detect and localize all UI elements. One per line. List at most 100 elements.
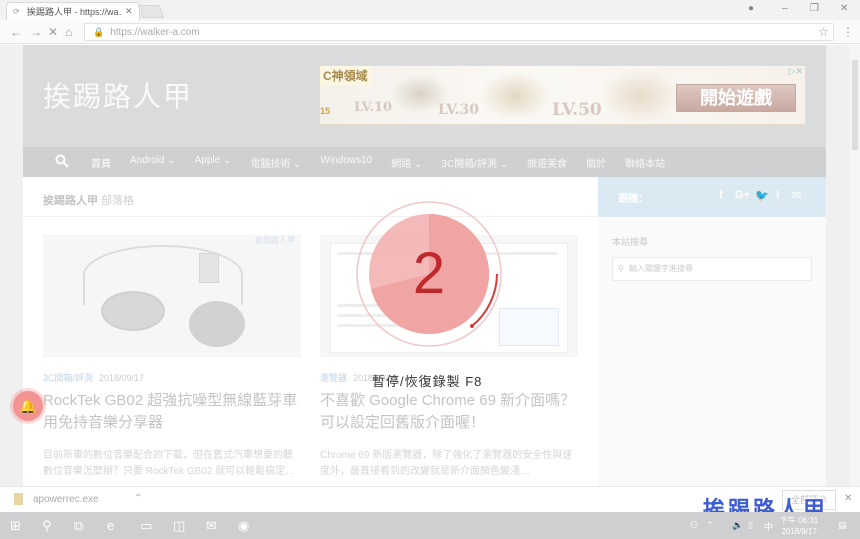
task-view-icon[interactable]: ⧉ <box>74 518 83 534</box>
rating-badge: 15 <box>320 106 331 116</box>
tab-bar: ⟳ 挨踢路人甲 - https://wa… ✕ ● – ❐ ✕ <box>0 0 860 20</box>
nav-item[interactable]: Windows10 <box>321 155 373 170</box>
edge-icon[interactable]: e <box>107 518 114 533</box>
level-label: LV.50 <box>552 100 602 120</box>
site-search-input[interactable]: ⚲ 輸入關鍵字進搜尋 <box>612 257 812 281</box>
site-header: 挨踢路人甲 C神領域 15 LV.10 LV.30 LV.50 開始遊戲 ▷✕ <box>23 45 826 147</box>
post-category[interactable]: 3C開箱/評測 <box>43 373 93 383</box>
ime-indicator[interactable]: 中 <box>764 520 773 533</box>
forward-icon[interactable]: → <box>30 25 42 39</box>
volume-icon[interactable]: 🔈 <box>732 520 743 531</box>
notification-center-icon[interactable]: ▤ <box>838 520 847 531</box>
start-game-button[interactable]: 開始遊戲 <box>676 84 796 112</box>
facebook-icon[interactable]: f <box>719 189 723 201</box>
more-menu-icon[interactable]: ⋮ <box>842 25 854 39</box>
search-icon[interactable]: ⚲ <box>42 518 52 534</box>
chevron-up-icon[interactable]: ⌃ <box>134 493 142 504</box>
screenshot-menu <box>499 308 559 346</box>
new-tab-button[interactable] <box>137 5 165 18</box>
clock-date: 2018/9/17 <box>781 527 817 536</box>
nav-item[interactable]: 3C開箱/評測 ⌄ <box>441 155 508 170</box>
scrollbar-thumb[interactable] <box>852 60 858 150</box>
profile-icon[interactable]: ● <box>748 3 754 14</box>
nav-item[interactable]: 網路 ⌄ <box>391 155 422 170</box>
weapon-image <box>600 68 680 124</box>
bookmark-star-icon[interactable]: ☆ <box>818 25 829 39</box>
windows-start-icon[interactable]: ⊞ <box>10 518 21 534</box>
follow-label: 跟隨： <box>618 194 648 205</box>
network-icon[interactable]: ▯ <box>748 520 753 531</box>
sidebar: 本站搜尋 ⚲ 輸入關鍵字進搜尋 <box>598 217 826 486</box>
download-filename[interactable]: apowerrec.exe <box>33 494 99 505</box>
recording-hotkey-hint: 暫停/恢復錄製 F8 <box>372 374 483 389</box>
search-placeholder: 輸入關鍵字進搜尋 <box>629 264 693 273</box>
nav-item[interactable]: 聯絡本站 <box>625 155 665 170</box>
usb-plug-shape <box>199 253 219 283</box>
chrome-icon[interactable]: ◉ <box>238 518 249 534</box>
banner-logo: C神領域 <box>320 66 371 85</box>
device-shape <box>101 291 165 331</box>
post-title[interactable]: RockTek GB02 超強抗噪型無線藍芽車用免持音樂分享器 <box>43 390 301 434</box>
loading-icon: ⟳ <box>13 6 20 16</box>
post-excerpt: Chrome 69 新版瀏覽器，除了強化了瀏覽器的安全性與速度外，最直接看到的改… <box>320 450 573 477</box>
system-clock[interactable]: 下午 06:31 2018/9/17 <box>780 515 818 537</box>
close-tab-icon[interactable]: ✕ <box>125 6 133 17</box>
back-icon[interactable]: ← <box>10 25 22 39</box>
tab-title: 挨踢路人甲 - https://wa… <box>27 7 121 17</box>
browser-tab[interactable]: ⟳ 挨踢路人甲 - https://wa… ✕ <box>6 2 140 20</box>
device-shape <box>189 301 245 347</box>
post-card[interactable]: 挨踢路人甲 3C開箱/評測 2018/09/17 RockTek GB02 超強抗… <box>43 235 301 480</box>
breadcrumb: 挨踢路人甲 部落格 <box>23 177 598 217</box>
level-label: LV.30 <box>438 102 479 118</box>
main-nav: 首頁 Android ⌄ Apple ⌄ 電腦技術 ⌄ Windows10 網路 ⌄ 3C開… <box>23 147 826 177</box>
follow-bar: 跟隨： f G+ 🐦 ⌇ ✉ <box>598 177 826 217</box>
post-category[interactable]: 瀏覽器 <box>320 373 347 383</box>
mail-icon[interactable]: ✉ <box>206 518 217 534</box>
post-tag[interactable]: 挨踢路人甲 <box>255 235 295 246</box>
countdown-number: 2 <box>413 241 445 306</box>
search-icon: ⚲ <box>618 264 624 273</box>
rss-icon[interactable]: ⌇ <box>775 189 780 202</box>
address-toolbar: ← → ✕ ⌂ 🔒 https://walker-a.com ☆ ⋮ <box>0 20 860 44</box>
stop-icon[interactable]: ✕ <box>48 25 58 39</box>
nav-item[interactable]: Android ⌄ <box>130 155 176 170</box>
twitter-icon[interactable]: 🐦 <box>755 189 769 202</box>
countdown-dot <box>470 324 474 328</box>
nav-item[interactable]: 電腦技術 ⌄ <box>250 155 301 170</box>
close-download-bar-icon[interactable]: ✕ <box>844 493 852 504</box>
breadcrumb-main[interactable]: 挨踢路人甲 <box>43 195 98 207</box>
post-date: 2018/09/17 <box>99 373 145 383</box>
weapon-image <box>480 71 550 121</box>
nav-item[interactable]: 旅遊美食 <box>527 155 567 170</box>
notification-bell-icon[interactable]: 🔔 <box>13 391 43 421</box>
site-title[interactable]: 挨踢路人甲 <box>43 75 193 115</box>
post-title[interactable]: 不喜歡 Google Chrome 69 新介面嗎？可以設定回舊版介面喔！ <box>320 390 578 434</box>
breadcrumb-sub: 部落格 <box>101 195 135 207</box>
store-icon[interactable]: ◫ <box>173 518 185 534</box>
google-plus-icon[interactable]: G+ <box>735 189 750 201</box>
post-meta: 3C開箱/評測 2018/09/17 <box>43 371 301 384</box>
nav-item[interactable]: 關於 <box>586 155 606 170</box>
ad-close-icon[interactable]: ▷✕ <box>789 66 803 77</box>
post-thumbnail[interactable]: 挨踢路人甲 <box>43 235 301 357</box>
minimize-icon[interactable]: – <box>782 3 788 14</box>
clock-time: 下午 06:31 <box>780 516 819 525</box>
post-excerpt: 目前新車的數位音樂配合的下載，但在舊式汽車想要的聽數位音樂怎麼辦？只要 Rock… <box>43 450 296 477</box>
level-label: LV.10 <box>354 100 393 115</box>
url-text: https://walker-a.com <box>110 27 200 38</box>
file-icon <box>14 493 23 505</box>
close-window-icon[interactable]: ✕ <box>840 3 848 14</box>
nav-item[interactable]: 首頁 <box>91 155 111 170</box>
nav-item[interactable]: Apple ⌄ <box>195 155 232 170</box>
lock-icon: 🔒 <box>93 27 105 37</box>
breadcrumb-text: 挨踢路人甲 部落格 <box>43 192 134 208</box>
maximize-icon[interactable]: ❐ <box>810 3 819 14</box>
ad-banner[interactable]: C神領域 15 LV.10 LV.30 LV.50 開始遊戲 ▷✕ <box>319 65 806 125</box>
people-icon[interactable]: ⚇ <box>690 520 698 531</box>
home-icon[interactable]: ⌂ <box>65 25 72 39</box>
url-input[interactable]: 🔒 https://walker-a.com <box>84 23 834 41</box>
tray-arrow-icon[interactable]: ⌃ <box>706 520 714 531</box>
file-explorer-icon[interactable]: ▭ <box>140 518 152 534</box>
email-icon[interactable]: ✉ <box>792 189 801 202</box>
search-icon[interactable] <box>55 154 69 168</box>
